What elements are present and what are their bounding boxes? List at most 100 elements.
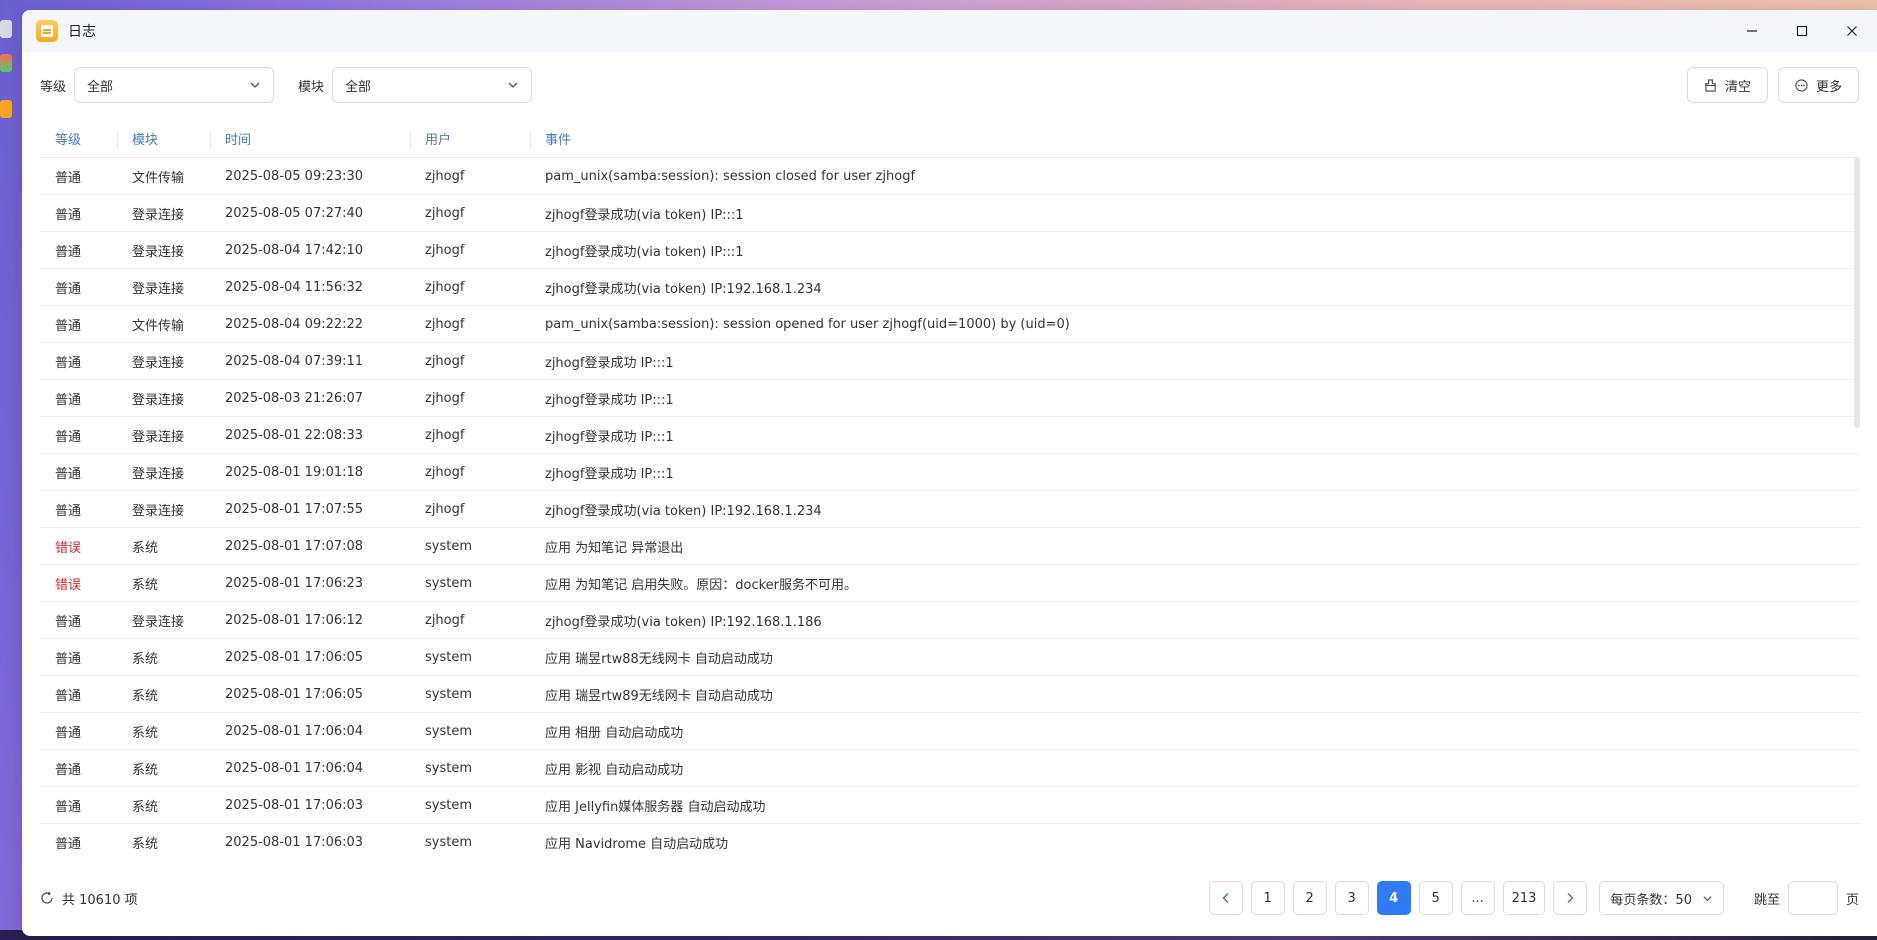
cell-user: system <box>425 723 472 739</box>
page-button[interactable]: 2 <box>1292 881 1327 915</box>
table-row[interactable]: 普通 登录连接 2025-08-01 22:08:33 zjhogf zjhogf登录成… <box>40 417 1860 454</box>
table-scrollbar[interactable] <box>1854 158 1860 428</box>
table-row[interactable]: 普通 系统 2025-08-01 17:06:04 system 应用 相册 自动启动成… <box>40 713 1860 750</box>
table-row[interactable]: 普通 系统 2025-08-01 17:06:03 system 应用 Navidrom… <box>40 824 1860 858</box>
cell-user: system <box>425 649 472 665</box>
cell-module: 登录连接 <box>132 355 185 371</box>
page-button[interactable]: 3 <box>1334 881 1369 915</box>
cell-user: zjhogf <box>425 612 465 628</box>
table-row[interactable]: 普通 系统 2025-08-01 17:06:05 system 应用 瑞昱rtw88无… <box>40 639 1860 676</box>
column-header-level[interactable]: 等级 <box>40 120 117 157</box>
table-row[interactable]: 普通 登录连接 2025-08-01 17:07:55 zjhogf zjhogf登录成… <box>40 491 1860 528</box>
cell-time: 2025-08-01 17:06:23 <box>225 575 364 591</box>
table-row[interactable]: 普通 登录连接 2025-08-04 07:39:11 zjhogf zjhogf登录成… <box>40 343 1860 380</box>
minimize-button[interactable] <box>1727 10 1777 52</box>
table-row[interactable]: 普通 登录连接 2025-08-05 07:27:40 zjhogf zjhogf登录成… <box>40 195 1860 232</box>
table-row[interactable]: 普通 系统 2025-08-01 17:06:04 system 应用 影视 自动启动成… <box>40 750 1860 787</box>
minimize-icon <box>1747 30 1757 32</box>
cell-time: 2025-08-01 17:07:55 <box>225 501 364 517</box>
close-button[interactable] <box>1827 10 1877 52</box>
cell-module: 登录连接 <box>132 429 185 445</box>
desktop-app-icon[interactable] <box>0 20 12 38</box>
module-filter-select[interactable]: 全部 <box>332 67 533 103</box>
per-page-value: 每页条数：50 <box>1610 892 1692 908</box>
total-count-text: 共 10610 项 <box>62 892 138 908</box>
cell-user: system <box>425 686 472 702</box>
cell-event: zjhogf登录成功 IP:::1 <box>545 466 674 482</box>
page-ellipsis-button[interactable]: ... <box>1460 881 1495 915</box>
cell-event: 应用 瑞昱rtw89无线网卡 自动启动成功 <box>545 688 773 704</box>
table-row[interactable]: 普通 登录连接 2025-08-01 19:01:18 zjhogf zjhogf登录成… <box>40 454 1860 491</box>
broom-icon <box>1705 78 1716 92</box>
cell-level: 普通 <box>55 688 82 704</box>
cell-level: 普通 <box>55 503 82 519</box>
table-row[interactable]: 普通 登录连接 2025-08-03 21:26:07 zjhogf zjhogf登录成… <box>40 380 1860 417</box>
column-header-module[interactable]: 模块 <box>117 120 210 157</box>
table-row[interactable]: 错误 系统 2025-08-01 17:07:08 system 应用 为知笔记 异常退… <box>40 528 1860 565</box>
cell-module: 登录连接 <box>132 392 185 408</box>
table-row[interactable]: 普通 文件传输 2025-08-04 09:22:22 zjhogf pam_unix(… <box>40 306 1860 343</box>
per-page-select[interactable]: 每页条数：50 <box>1599 881 1724 915</box>
level-filter-value: 全部 <box>87 79 114 95</box>
cell-event: pam_unix(samba:session): session opened … <box>545 316 1070 332</box>
cell-level: 普通 <box>55 429 82 445</box>
cell-level: 错误 <box>55 540 82 556</box>
prev-page-button[interactable] <box>1208 881 1243 915</box>
cell-time: 2025-08-01 17:06:05 <box>225 649 364 665</box>
cell-user: system <box>425 797 472 813</box>
cell-level: 普通 <box>55 651 82 667</box>
more-button[interactable]: 更多 <box>1777 67 1859 103</box>
table-row[interactable]: 普通 文件传输 2025-08-05 09:23:30 zjhogf pam_unix(… <box>40 158 1860 195</box>
refresh-icon[interactable] <box>40 891 54 905</box>
level-filter-select[interactable]: 全部 <box>74 67 275 103</box>
page-button[interactable]: 5 <box>1418 881 1453 915</box>
cell-user: system <box>425 760 472 776</box>
cell-event: zjhogf登录成功(via token) IP:192.168.1.234 <box>545 503 822 519</box>
chevron-right-icon <box>1567 892 1574 904</box>
desktop-app-icon[interactable] <box>0 100 12 118</box>
cell-time: 2025-08-04 09:22:22 <box>225 316 364 332</box>
maximize-button[interactable] <box>1777 10 1827 52</box>
cell-module: 文件传输 <box>132 318 185 334</box>
table-row[interactable]: 普通 系统 2025-08-01 17:06:05 system 应用 瑞昱rtw89无… <box>40 676 1860 713</box>
more-icon <box>1795 78 1808 92</box>
table-row[interactable]: 错误 系统 2025-08-01 17:06:23 system 应用 为知笔记 启用失… <box>40 565 1860 602</box>
cell-event: zjhogf登录成功 IP:::1 <box>545 392 674 408</box>
title-bar[interactable]: 日志 <box>22 10 1877 52</box>
page-button[interactable]: 1 <box>1250 881 1285 915</box>
cell-time: 2025-08-05 09:23:30 <box>225 168 364 184</box>
cell-time: 2025-08-05 07:27:40 <box>225 205 364 221</box>
page-button[interactable]: 4 <box>1376 881 1411 915</box>
cell-module: 系统 <box>132 725 159 741</box>
cell-level: 普通 <box>55 244 82 260</box>
next-page-button[interactable] <box>1553 881 1588 915</box>
column-header-event[interactable]: 事件 <box>530 120 1860 157</box>
cell-event: 应用 相册 自动启动成功 <box>545 725 684 741</box>
table-header: 等级 模块 时间 用户 事件 <box>40 120 1860 158</box>
table-row[interactable]: 普通 系统 2025-08-01 17:06:03 system 应用 Jellyfin… <box>40 787 1860 824</box>
cell-level: 普通 <box>55 355 82 371</box>
clear-button-label: 清空 <box>1724 79 1751 95</box>
column-header-time[interactable]: 时间 <box>210 120 410 157</box>
page-button[interactable]: 213 <box>1502 881 1546 915</box>
cell-level: 普通 <box>55 836 82 852</box>
cell-level: 普通 <box>55 281 82 297</box>
column-header-user[interactable]: 用户 <box>410 120 530 157</box>
desktop-app-icon[interactable] <box>0 54 12 72</box>
cell-event: 应用 影视 自动启动成功 <box>545 762 684 778</box>
table-row[interactable]: 普通 登录连接 2025-08-01 17:06:12 zjhogf zjhogf登录成… <box>40 602 1860 639</box>
table-row[interactable]: 普通 登录连接 2025-08-04 11:56:32 zjhogf zjhogf登录成… <box>40 269 1860 306</box>
jump-page-input[interactable] <box>1787 881 1838 915</box>
cell-user: system <box>425 575 472 591</box>
table-row[interactable]: 普通 登录连接 2025-08-04 17:42:10 zjhogf zjhogf登录成… <box>40 232 1860 269</box>
cell-user: zjhogf <box>425 464 465 480</box>
table-body[interactable]: 普通 文件传输 2025-08-05 09:23:30 zjhogf pam_unix(… <box>40 158 1860 858</box>
cell-level: 普通 <box>55 762 82 778</box>
cell-event: 应用 为知笔记 启用失败。原因：docker服务不可用。 <box>545 577 858 593</box>
cell-time: 2025-08-03 21:26:07 <box>225 390 364 406</box>
cell-user: system <box>425 834 472 850</box>
clear-button[interactable]: 清空 <box>1686 67 1768 103</box>
cell-module: 登录连接 <box>132 503 185 519</box>
cell-event: 应用 瑞昱rtw88无线网卡 自动启动成功 <box>545 651 773 667</box>
close-icon <box>1847 26 1857 36</box>
